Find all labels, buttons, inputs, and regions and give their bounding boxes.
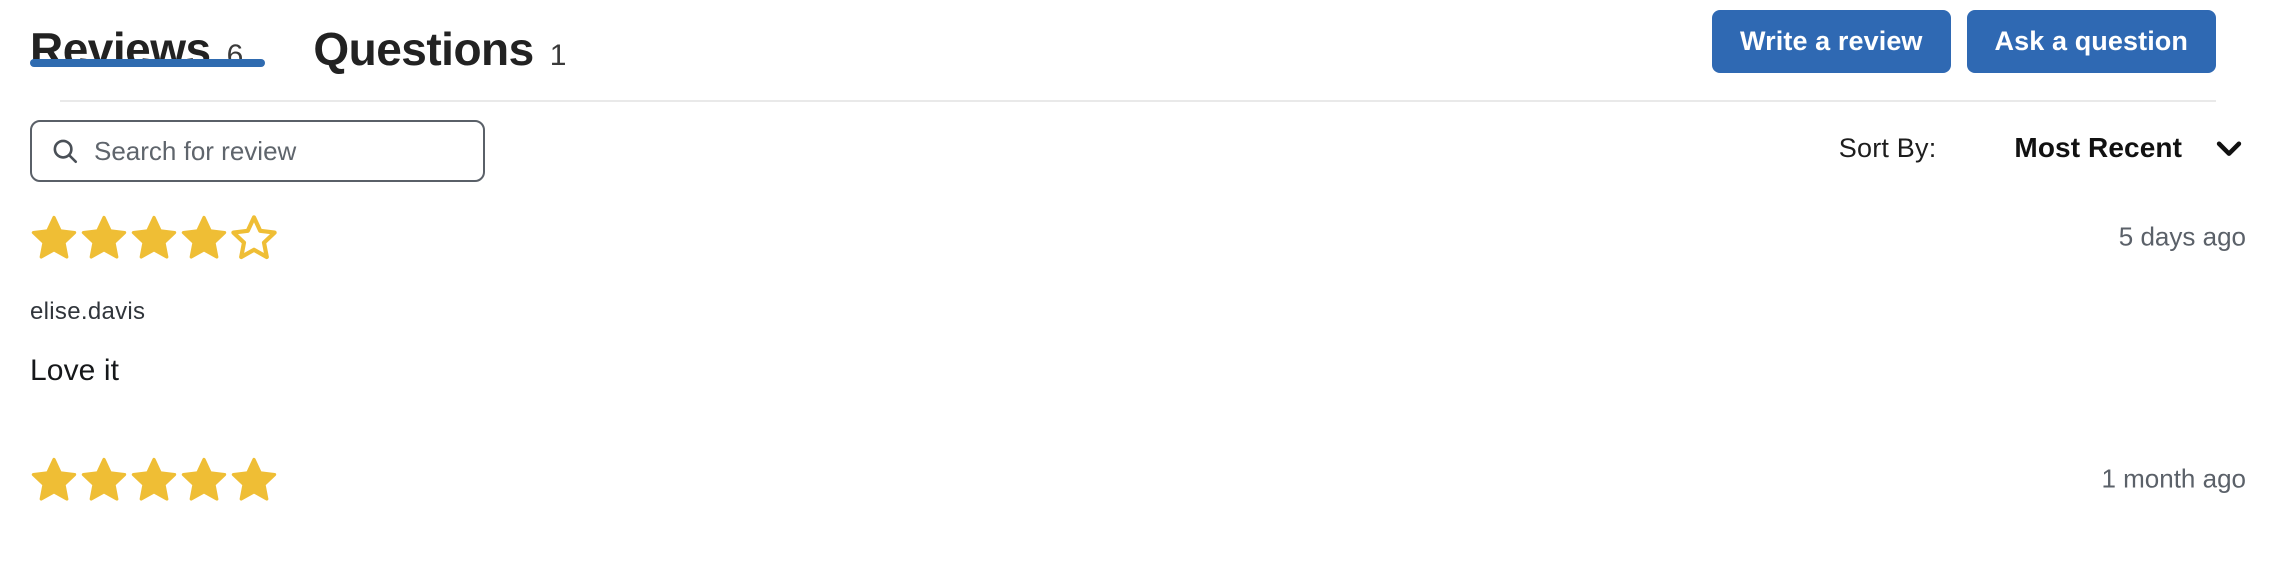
star-filled-icon xyxy=(130,213,178,261)
star-filled-icon xyxy=(80,455,128,503)
review-date: 1 month ago xyxy=(2101,463,2246,494)
write-a-review-button[interactable]: Write a review xyxy=(1712,10,1951,74)
tab-questions-label: Questions xyxy=(313,23,534,75)
tab-questions-count: 1 xyxy=(549,39,567,72)
ask-a-question-button[interactable]: Ask a question xyxy=(1966,10,2216,74)
review-header: 5 days ago xyxy=(30,208,2246,266)
star-filled-icon xyxy=(180,455,228,503)
tab-bar: Reviews 6 Questions 1 Write a review Ask… xyxy=(30,0,2246,102)
review-author: elise.davis xyxy=(30,298,146,325)
sort-by-label: Sort By: xyxy=(1838,132,1937,163)
sort-control[interactable]: Sort By: Most Recent xyxy=(1839,131,2246,165)
star-filled-icon xyxy=(180,213,228,261)
review-body: Love it xyxy=(30,354,120,387)
search-icon xyxy=(50,136,80,166)
review-item: 5 days ago elise.davis Love it xyxy=(30,208,2246,418)
sort-selected-value[interactable]: Most Recent xyxy=(2014,132,2182,164)
review-list: 5 days ago elise.davis Love it 1 month a… xyxy=(30,194,2246,538)
tab-questions[interactable]: Questions 1 xyxy=(313,0,566,72)
header-actions: Write a review Ask a question xyxy=(1712,10,2216,74)
review-spacer xyxy=(30,418,2246,450)
tab-active-indicator xyxy=(30,59,265,67)
filter-row: Sort By: Most Recent xyxy=(30,102,2246,194)
tab-reviews[interactable]: Reviews 6 xyxy=(30,0,265,72)
tab-list: Reviews 6 Questions 1 xyxy=(30,0,636,102)
star-filled-icon xyxy=(230,455,278,503)
star-rating xyxy=(30,455,278,503)
star-filled-icon xyxy=(130,455,178,503)
star-filled-icon xyxy=(80,213,128,261)
chevron-down-icon[interactable] xyxy=(2212,131,2246,165)
search-review-box[interactable] xyxy=(30,120,485,182)
star-rating xyxy=(30,213,278,261)
review-header: 1 month ago xyxy=(30,450,2246,508)
star-empty-icon xyxy=(230,213,278,261)
star-filled-icon xyxy=(30,455,78,503)
review-item: 1 month ago xyxy=(30,450,2246,538)
star-filled-icon xyxy=(30,213,78,261)
review-date: 5 days ago xyxy=(2118,221,2246,252)
search-input[interactable] xyxy=(94,135,465,167)
reviews-panel: Reviews 6 Questions 1 Write a review Ask… xyxy=(0,0,2276,566)
